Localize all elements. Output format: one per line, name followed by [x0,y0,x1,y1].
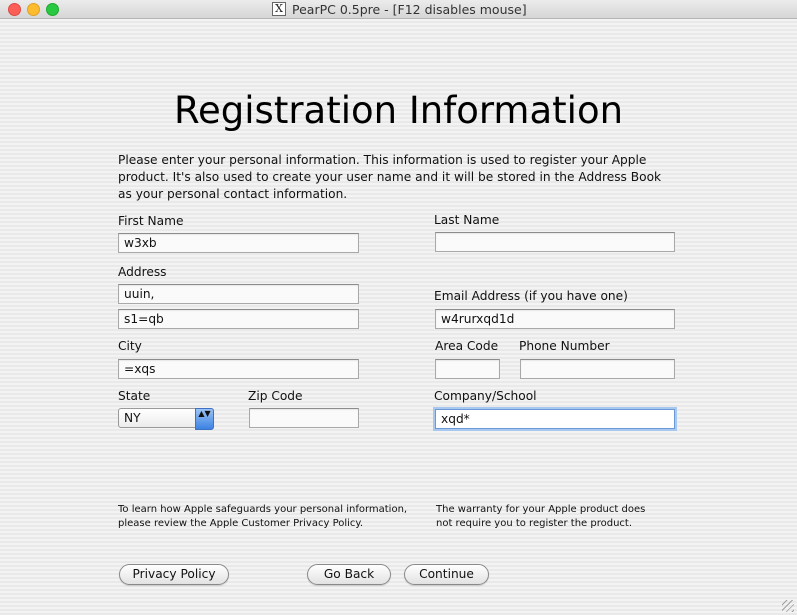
address-line1-field[interactable] [118,284,359,304]
area-code-field[interactable] [435,359,500,379]
privacy-note: To learn how Apple safeguards your perso… [118,504,408,529]
warranty-note: The warranty for your Apple product does… [436,504,646,529]
window-title-group: X PearPC 0.5pre - [F12 disables mouse] [272,0,527,18]
city-label: City [118,339,142,353]
state-label: State [118,389,151,403]
continue-button[interactable]: Continue [404,564,489,585]
minimize-window-button[interactable] [27,3,40,16]
state-selected-value: NY [124,411,141,425]
registration-pane: Registration Information Please enter yo… [0,19,797,615]
close-window-button[interactable] [8,3,21,16]
window-title: PearPC 0.5pre - [F12 disables mouse] [292,1,527,17]
first-name-field[interactable] [118,233,359,253]
privacy-policy-button[interactable]: Privacy Policy [119,564,229,585]
state-select[interactable]: NY ▲▼ [118,408,214,430]
resize-grip-icon[interactable] [782,600,794,612]
window-title-bar[interactable]: X PearPC 0.5pre - [F12 disables mouse] [0,0,797,19]
intro-text: Please enter your personal information. … [118,153,662,201]
zoom-window-button[interactable] [46,3,59,16]
phone-number-label: Phone Number [519,339,610,353]
last-name-label: Last Name [434,213,500,227]
last-name-field[interactable] [435,232,675,252]
first-name-label: First Name [118,214,184,228]
go-back-button[interactable]: Go Back [307,564,391,585]
company-school-field[interactable] [435,409,675,429]
address-label: Address [118,265,167,279]
email-field[interactable] [435,309,675,329]
page-title: Registration Information [173,89,624,132]
address-line2-field[interactable] [118,309,359,329]
zip-code-field[interactable] [249,408,359,428]
company-school-label: Company/School [434,389,537,403]
zip-code-label: Zip Code [248,389,303,403]
area-code-label: Area Code [435,339,499,353]
email-label: Email Address (if you have one) [434,289,628,303]
x11-app-icon: X [272,2,286,16]
city-field[interactable] [118,359,359,379]
chevron-up-down-icon[interactable]: ▲▼ [195,408,214,430]
phone-number-field[interactable] [520,359,675,379]
